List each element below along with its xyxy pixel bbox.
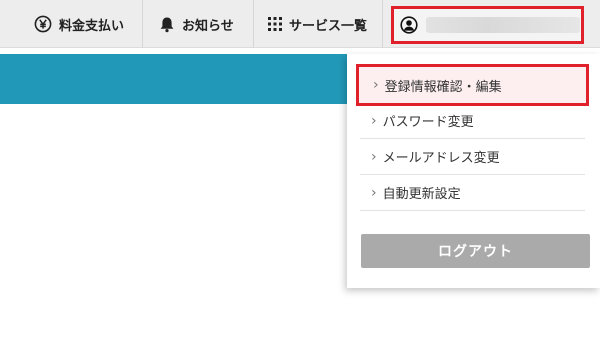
chevron-right-icon: ›: [371, 148, 377, 165]
menu-item-change-email[interactable]: › メールアドレス変更: [360, 139, 585, 175]
account-name-redacted: [426, 17, 580, 33]
user-circle-icon: [400, 16, 418, 34]
menu-item-change-password[interactable]: › パスワード変更: [360, 103, 585, 139]
yen-circle-icon: [34, 15, 52, 33]
menu-item-label: パスワード変更: [382, 115, 474, 130]
nav-payment[interactable]: 料金支払い: [0, 0, 143, 48]
chevron-right-icon: ›: [371, 112, 377, 129]
menu-item-label: 自動更新設定: [382, 187, 461, 202]
account-menu-button[interactable]: [391, 6, 584, 44]
account-dropdown-menu: › 登録情報確認・編集 › パスワード変更 › メールアドレス変更 › 自動更新…: [347, 54, 600, 288]
nav-news[interactable]: お知らせ: [143, 0, 254, 48]
menu-item-auto-renewal[interactable]: › 自動更新設定: [360, 175, 585, 211]
nav-news-label: お知らせ: [182, 18, 234, 34]
menu-item-edit-registration[interactable]: › 登録情報確認・編集: [356, 64, 589, 106]
menu-item-label: 登録情報確認・編集: [384, 79, 502, 95]
grid-icon: [268, 17, 282, 31]
chevron-right-icon: ›: [371, 184, 377, 201]
logout-button[interactable]: ログアウト: [361, 234, 590, 268]
nav-services[interactable]: サービス一覧: [254, 0, 383, 48]
menu-item-label: メールアドレス変更: [382, 151, 500, 166]
nav-services-label: サービス一覧: [289, 18, 368, 34]
chevron-right-icon: ›: [373, 77, 379, 93]
bell-icon: [159, 16, 175, 33]
nav-payment-label: 料金支払い: [59, 18, 125, 34]
top-navigation-bar: 料金支払い お知らせ サービス一覧: [0, 0, 600, 48]
